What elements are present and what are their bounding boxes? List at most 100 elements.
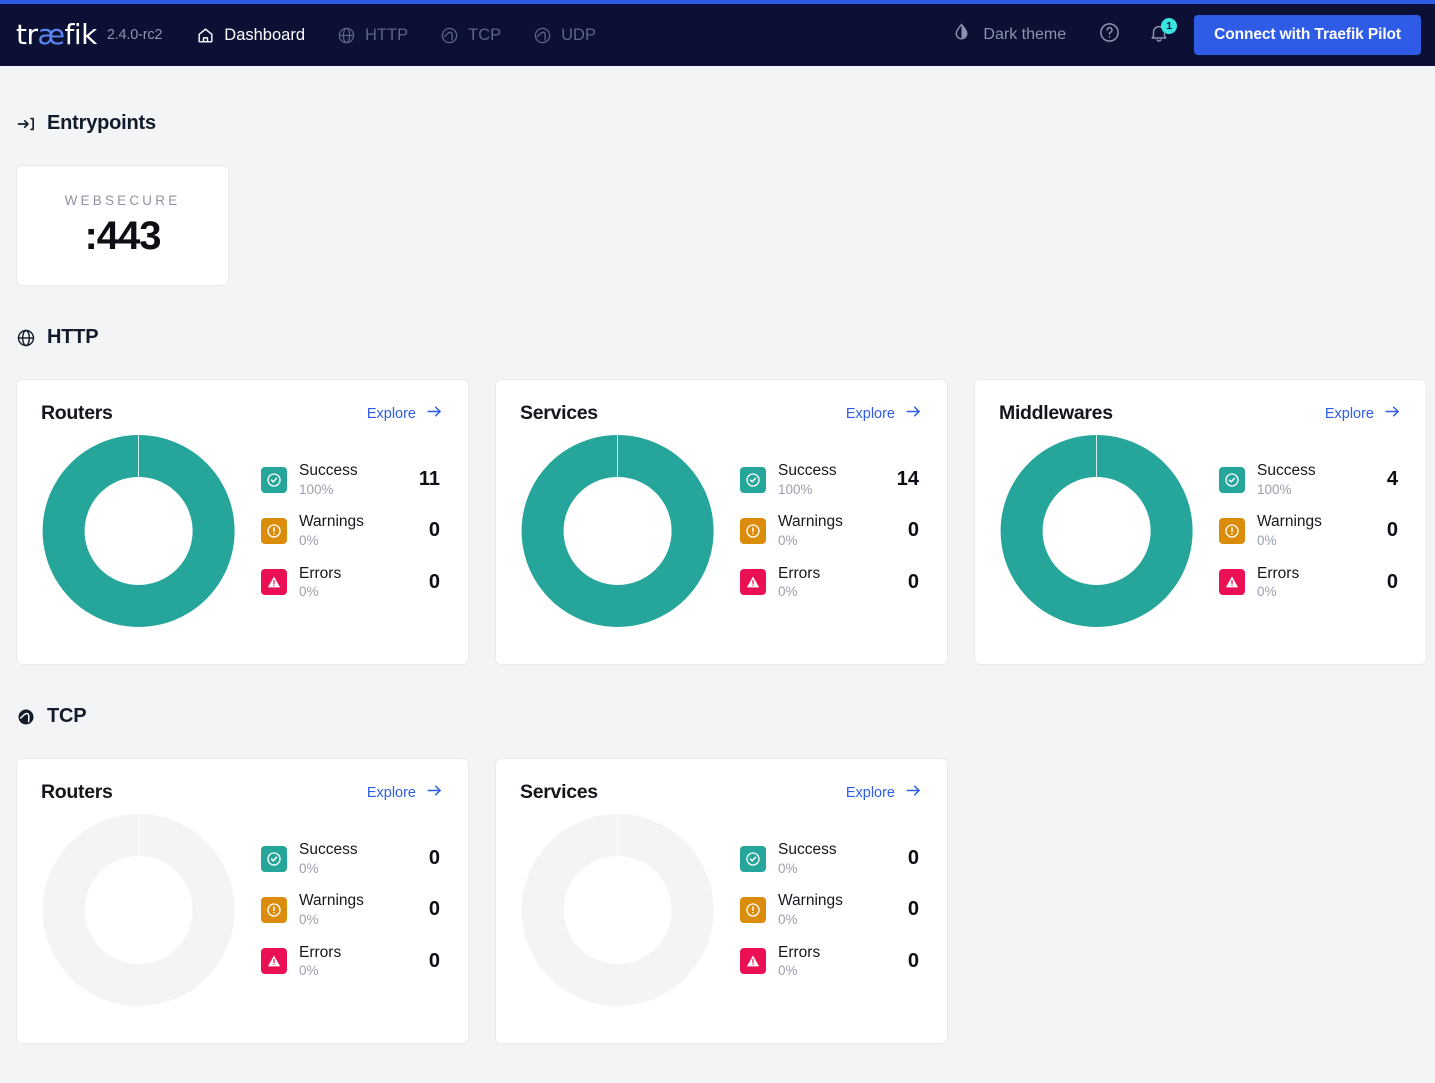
nav-item-tcp[interactable]: TCP <box>438 22 503 49</box>
nav-item-dashboard[interactable]: Dashboard <box>194 22 307 49</box>
stat-label: Success <box>299 841 358 858</box>
connect-traefik-pilot-button[interactable]: Connect with Traefik Pilot <box>1194 15 1421 55</box>
explore-link[interactable]: Explore <box>1325 402 1402 425</box>
stat-label: Success <box>299 462 358 479</box>
stat-label: Warnings <box>778 513 843 531</box>
nav-label-tcp: TCP <box>468 25 502 44</box>
droplet-half-icon <box>951 22 972 48</box>
explore-label: Explore <box>845 405 895 422</box>
stat-percent: 0% <box>778 584 798 600</box>
stat-percent: 0% <box>299 533 319 549</box>
card-header: Routers Explore <box>41 402 444 425</box>
card-header: Services Explore <box>520 781 923 804</box>
explore-link[interactable]: Explore <box>367 402 444 425</box>
stat-value: 0 <box>428 847 440 870</box>
explore-link[interactable]: Explore <box>367 781 444 804</box>
stat-value: 0 <box>907 898 919 921</box>
section-title-label: TCP <box>47 705 87 727</box>
arrow-right-icon <box>904 781 923 804</box>
explore-label: Explore <box>845 784 895 801</box>
arrow-right-icon <box>1383 402 1402 425</box>
donut-chart <box>42 435 235 627</box>
stat-percent: 0% <box>299 584 319 600</box>
traefik-logo[interactable]: træfik <box>16 21 97 49</box>
stat-row: Success 0% 0 <box>740 841 919 876</box>
stat-percent: 100% <box>1257 481 1292 497</box>
exclamation-circle-icon <box>740 896 766 923</box>
explore-link[interactable]: Explore <box>846 402 923 425</box>
notification-badge: 1 <box>1161 18 1178 34</box>
stat-row: Warnings 0% 0 <box>261 513 440 548</box>
check-circle-icon <box>740 845 766 872</box>
stat-legend: Success 100% 11 Warnings 0% 0 Errors 0% … <box>237 462 444 600</box>
stat-row: Warnings 0% 0 <box>1219 513 1398 548</box>
stat-label: Errors <box>299 943 342 961</box>
entrypoints-card-list: WEBSECURE :443 <box>16 165 1419 286</box>
card-header: Middlewares Explore <box>999 402 1402 425</box>
nav-label-http: HTTP <box>365 25 409 44</box>
wave-circle-icon <box>533 26 552 45</box>
section-title: HTTP <box>16 326 1419 349</box>
stat-label: Errors <box>1257 564 1300 582</box>
arrow-right-icon <box>425 781 444 804</box>
card-body: Success 0% 0 Warnings 0% 0 Errors 0% 0 <box>520 812 923 1008</box>
stat-row: Success 100% 4 <box>1219 462 1398 497</box>
explore-label: Explore <box>1324 405 1374 422</box>
stat-label: Warnings <box>299 513 364 531</box>
stat-value: 0 <box>907 949 919 972</box>
stat-percent: 100% <box>299 481 334 497</box>
check-circle-icon <box>740 466 766 493</box>
stat-label: Errors <box>778 564 821 582</box>
stat-percent: 0% <box>299 860 319 876</box>
stat-value: 0 <box>1386 570 1398 593</box>
stat-percent: 0% <box>778 912 798 928</box>
section-title: TCP <box>16 705 1419 728</box>
stat-legend: Success 0% 0 Warnings 0% 0 Errors 0% 0 <box>237 841 444 979</box>
exclamation-circle-icon <box>261 896 287 923</box>
page-content: Entrypoints WEBSECURE :443 HTTP Routers … <box>0 112 1435 1044</box>
stat-label: Success <box>778 841 837 858</box>
stat-card: Routers Explore Success 0% 0 Warnings 0%… <box>16 758 469 1044</box>
card-body: Success 100% 11 Warnings 0% 0 Errors 0% … <box>41 433 444 629</box>
stat-row: Success 0% 0 <box>261 841 440 876</box>
stat-row: Errors 0% 0 <box>740 944 919 979</box>
stat-percent: 100% <box>778 481 813 497</box>
logo-prefix: tr <box>16 18 38 51</box>
stat-percent: 0% <box>1257 533 1277 549</box>
nav-item-udp[interactable]: UDP <box>531 22 598 49</box>
app-header: træfik 2.4.0-rc2 Dashboard HTTP TCP UDP … <box>0 4 1435 66</box>
stat-legend: Success 100% 14 Warnings 0% 0 Errors 0% … <box>716 462 923 600</box>
card-body: Success 0% 0 Warnings 0% 0 Errors 0% 0 <box>41 812 444 1008</box>
stat-percent: 0% <box>299 912 319 928</box>
stat-row: Errors 0% 0 <box>1219 565 1398 600</box>
nav-item-http[interactable]: HTTP <box>335 22 410 49</box>
entrypoint-port: :443 <box>84 213 161 258</box>
entrypoint-card[interactable]: WEBSECURE :443 <box>16 165 229 286</box>
card-title: Services <box>520 402 598 424</box>
header-actions: Dark theme 1 Connect with Traefik Pilot <box>951 15 1421 55</box>
stat-value: 0 <box>428 570 440 593</box>
explore-link[interactable]: Explore <box>846 781 923 804</box>
dark-theme-toggle[interactable]: Dark theme <box>951 22 1066 48</box>
donut-chart <box>42 814 235 1006</box>
explore-label: Explore <box>366 405 416 422</box>
stat-value: 11 <box>418 468 440 491</box>
entrypoints-section: Entrypoints WEBSECURE :443 <box>16 112 1419 286</box>
protocol-sections: HTTP Routers Explore Success 100% 11 War… <box>16 326 1427 1044</box>
exclamation-circle-icon <box>740 517 766 544</box>
stat-label: Warnings <box>778 892 843 910</box>
stat-value: 0 <box>907 847 919 870</box>
card-header: Routers Explore <box>41 781 444 804</box>
stat-percent: 0% <box>778 860 798 876</box>
globe-icon <box>337 26 356 45</box>
stat-percent: 0% <box>778 533 798 549</box>
stat-legend: Success 100% 4 Warnings 0% 0 Errors 0% 0 <box>1195 462 1402 600</box>
stat-value: 14 <box>896 468 919 491</box>
entrypoints-section-title: Entrypoints <box>16 112 1419 135</box>
help-button[interactable] <box>1092 18 1126 52</box>
stat-label: Errors <box>299 564 342 582</box>
notifications-button[interactable]: 1 <box>1142 18 1178 52</box>
stat-value: 0 <box>428 898 440 921</box>
stat-label: Warnings <box>1257 513 1322 531</box>
stat-row: Success 100% 11 <box>261 462 440 497</box>
